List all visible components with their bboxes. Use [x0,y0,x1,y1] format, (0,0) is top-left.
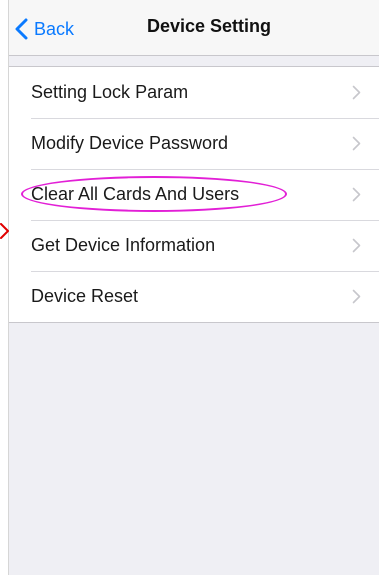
menu-item-label: Device Reset [31,286,139,306]
menu-item-get-device-information[interactable]: Get Device Information [9,220,379,271]
menu-item-label: Clear All Cards And Users [31,184,240,204]
menu-item-label: Setting Lock Param [31,82,189,102]
arrow-annotation-icon [0,223,10,244]
device-setting-screen: Back Device Setting Setting Lock Param M… [8,0,379,575]
navigation-bar: Back Device Setting [9,0,379,56]
menu-item-device-reset[interactable]: Device Reset [9,271,379,322]
chevron-right-icon [352,289,361,309]
settings-list: Setting Lock Param Modify Device Passwor… [9,66,379,323]
chevron-right-icon [352,136,361,156]
chevron-right-icon [352,238,361,258]
menu-item-clear-all-cards-and-users[interactable]: Clear All Cards And Users [9,169,379,220]
chevron-right-icon [352,85,361,105]
menu-item-label: Get Device Information [31,235,216,255]
page-title: Device Setting [146,16,272,36]
menu-item-modify-device-password[interactable]: Modify Device Password [9,118,379,169]
chevron-right-icon [352,187,361,207]
menu-item-setting-lock-param[interactable]: Setting Lock Param [9,67,379,118]
menu-item-label: Modify Device Password [31,133,229,153]
